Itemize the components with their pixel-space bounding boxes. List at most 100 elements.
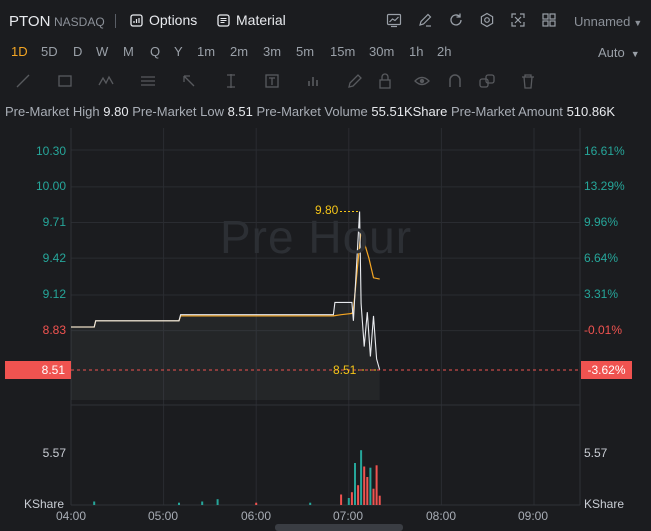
volume-bar	[201, 501, 204, 505]
volume-axis-label: 5.57	[42, 446, 66, 460]
premarket-volume-label: Pre-Market Volume	[256, 104, 368, 119]
auto-label: Auto	[598, 45, 625, 60]
refresh-icon[interactable]	[447, 11, 465, 29]
wave-tool-icon[interactable]	[97, 72, 115, 90]
material-button[interactable]: Material	[217, 12, 286, 28]
rectangle-tool-icon[interactable]	[56, 72, 74, 90]
draw-icon[interactable]	[416, 11, 434, 29]
options-icon	[130, 13, 143, 27]
settings-icon[interactable]	[478, 11, 496, 29]
time-axis-label: 09:00	[518, 509, 549, 523]
fullscreen-icon[interactable]	[509, 11, 527, 29]
options-button[interactable]: Options	[130, 12, 197, 28]
symbol-label[interactable]: PTON	[9, 13, 50, 30]
volume-bars	[93, 450, 381, 505]
divider	[115, 14, 116, 28]
volume-bar	[178, 502, 180, 505]
period-1h[interactable]: 1h	[409, 44, 423, 59]
period-2h[interactable]: 2h	[437, 44, 451, 59]
premarket-amount-label: Pre-Market Amount	[450, 104, 563, 119]
volume-bar	[363, 466, 366, 505]
pct-axis-label: -0.01%	[584, 323, 623, 337]
current-pct-tag: -3.62%	[581, 361, 632, 379]
high-price-marker: 9.80	[315, 203, 339, 217]
period-m[interactable]: M	[123, 44, 134, 59]
period-d[interactable]: D	[73, 44, 82, 59]
period-y[interactable]: Y	[174, 44, 183, 59]
indicator-tool-icon[interactable]	[305, 72, 323, 90]
pct-axis-label: 9.96%	[584, 215, 619, 229]
trend-line-tool-icon[interactable]	[14, 72, 32, 90]
chart-grid	[70, 128, 581, 506]
magnet-tool-icon[interactable]	[446, 72, 464, 90]
layout-select[interactable]: Unnamed ▼	[574, 14, 642, 29]
price-axis-label: 9.42	[42, 251, 66, 265]
arrow-tool-icon[interactable]	[180, 72, 198, 90]
volume-bar	[347, 498, 350, 505]
exchange-label: NASDAQ	[54, 15, 105, 29]
visibility-tool-icon[interactable]	[413, 72, 431, 90]
volume-bar	[93, 501, 96, 505]
price-axis-label: 10.00	[35, 179, 66, 193]
trash-tool-icon[interactable]	[519, 72, 537, 90]
top-bar: PTON NASDAQ Options Material Unnamed ▼	[0, 0, 651, 40]
chart-type-icon[interactable]	[385, 11, 403, 29]
price-axis-label: 8.83	[42, 323, 66, 337]
period-2m[interactable]: 2m	[230, 44, 248, 59]
volume-bar	[350, 492, 353, 505]
volume-bar	[216, 499, 219, 505]
period-1d[interactable]: 1D	[11, 44, 28, 59]
period-q[interactable]: Q	[150, 44, 160, 59]
low-price-marker: 8.51	[333, 363, 357, 377]
price-axis-label: 10.30	[35, 144, 66, 158]
layout-grid-icon[interactable]	[540, 11, 558, 29]
caret-down-icon: ▼	[630, 49, 640, 59]
pct-axis-label: 6.64%	[584, 251, 619, 265]
measure-tool-icon[interactable]	[222, 72, 240, 90]
volume-bar	[340, 494, 343, 505]
period-w[interactable]: W	[96, 44, 108, 59]
time-axis-label: 05:00	[148, 509, 179, 523]
volume-bar	[309, 502, 312, 505]
time-axis-label: 04:00	[56, 509, 87, 523]
period-5d[interactable]: 5D	[41, 44, 58, 59]
volume-axis-label-right: 5.57	[584, 446, 608, 460]
current-price-tag: 8.51	[5, 361, 71, 379]
period-5m[interactable]: 5m	[296, 44, 314, 59]
volume-unit-label-right: KShare	[584, 497, 625, 511]
volume-bar	[366, 477, 369, 505]
pct-axis-label: 3.31%	[584, 287, 619, 301]
pct-axis-label: 13.29%	[584, 179, 625, 193]
period-3m[interactable]: 3m	[263, 44, 281, 59]
premarket-high-value: 9.80	[103, 104, 129, 119]
link-tool-icon[interactable]	[478, 72, 496, 90]
pen-tool-icon[interactable]	[346, 72, 364, 90]
session-watermark: Pre Hour	[220, 211, 413, 263]
time-scrollbar[interactable]	[275, 524, 403, 531]
premarket-low-label: Pre-Market Low	[132, 104, 224, 119]
layout-name: Unnamed	[574, 14, 631, 29]
fib-tool-icon[interactable]	[139, 72, 157, 90]
pct-axis-label: 16.61%	[584, 144, 625, 158]
period-bar: 1D 5D D W M Q Y 1m 2m 3m 5m 15m 30m 1h 2…	[0, 40, 651, 66]
lock-tool-icon[interactable]	[376, 72, 394, 90]
volume-bar	[354, 463, 356, 505]
premarket-low-value: 8.51	[227, 104, 253, 119]
time-axis-label: 08:00	[426, 509, 457, 523]
price-axis-label: 9.12	[42, 287, 66, 301]
text-tool-icon[interactable]	[263, 72, 281, 90]
material-icon	[217, 13, 230, 27]
volume-bar	[369, 467, 372, 505]
auto-scale-select[interactable]: Auto ▼	[598, 45, 640, 60]
options-label: Options	[149, 12, 198, 28]
caret-down-icon: ▼	[633, 18, 643, 28]
volume-bar	[357, 485, 360, 505]
period-1m[interactable]: 1m	[197, 44, 215, 59]
period-30m[interactable]: 30m	[369, 44, 394, 59]
volume-bar	[372, 488, 375, 505]
price-axis-label: 9.71	[42, 215, 66, 229]
period-15m[interactable]: 15m	[330, 44, 355, 59]
premarket-high-label: Pre-Market High	[5, 104, 100, 119]
drawing-toolbar	[0, 68, 651, 94]
premarket-amount-value: 510.86K	[566, 104, 615, 119]
